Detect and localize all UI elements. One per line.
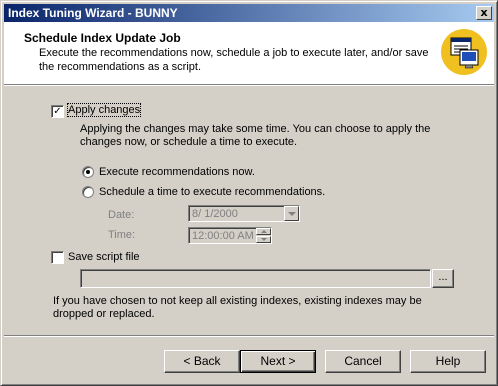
apply-changes-checkbox[interactable]: ✓: [51, 105, 64, 118]
schedule-radio[interactable]: [82, 186, 94, 198]
execute-now-label[interactable]: Execute recommendations now.: [99, 166, 255, 178]
save-script-checkbox[interactable]: [51, 251, 64, 264]
time-spinner[interactable]: [256, 228, 271, 243]
close-icon: x: [480, 6, 488, 19]
back-button[interactable]: < Back: [164, 350, 240, 373]
date-picker[interactable]: 8/ 1/2000: [188, 205, 300, 222]
date-value: 8/ 1/2000: [192, 208, 238, 220]
time-value: 12:00:00 AM: [192, 230, 254, 242]
index-warning: If you have chosen to not keep all exist…: [53, 295, 422, 320]
header-divider: [4, 84, 494, 86]
apply-changes-text: Apply changes: [68, 104, 141, 116]
execute-now-radio[interactable]: [82, 166, 94, 178]
script-path-input[interactable]: [80, 269, 431, 288]
time-label: Time:: [108, 229, 136, 241]
close-button[interactable]: x: [476, 6, 492, 20]
title-bar[interactable]: Index Tuning Wizard - BUNNY x: [4, 4, 494, 22]
apply-changes-help: Applying the changes may take some time.…: [80, 123, 431, 148]
cancel-button[interactable]: Cancel: [325, 350, 401, 373]
wizard-window: Index Tuning Wizard - BUNNY x Schedule I…: [0, 0, 498, 386]
footer-divider: [4, 335, 494, 337]
apply-changes-label[interactable]: Apply changes: [66, 103, 142, 117]
chevron-down-icon[interactable]: [284, 206, 299, 221]
page-description: Execute the recommendations now, schedul…: [39, 47, 429, 73]
next-button[interactable]: Next >: [240, 350, 316, 373]
spin-down-icon[interactable]: [256, 236, 271, 243]
wizard-header: Schedule Index Update Job Execute the re…: [4, 22, 494, 84]
browse-button[interactable]: ...: [432, 269, 454, 288]
wizard-icon: [441, 29, 487, 75]
page-title: Schedule Index Update Job: [24, 31, 181, 45]
window-title: Index Tuning Wizard - BUNNY: [8, 6, 178, 20]
schedule-label[interactable]: Schedule a time to execute recommendatio…: [99, 186, 325, 198]
spin-up-icon[interactable]: [256, 228, 271, 235]
date-label: Date:: [108, 209, 135, 221]
help-button[interactable]: Help: [410, 350, 486, 373]
time-picker[interactable]: 12:00:00 AM: [188, 227, 272, 244]
save-script-label[interactable]: Save script file: [68, 251, 140, 263]
